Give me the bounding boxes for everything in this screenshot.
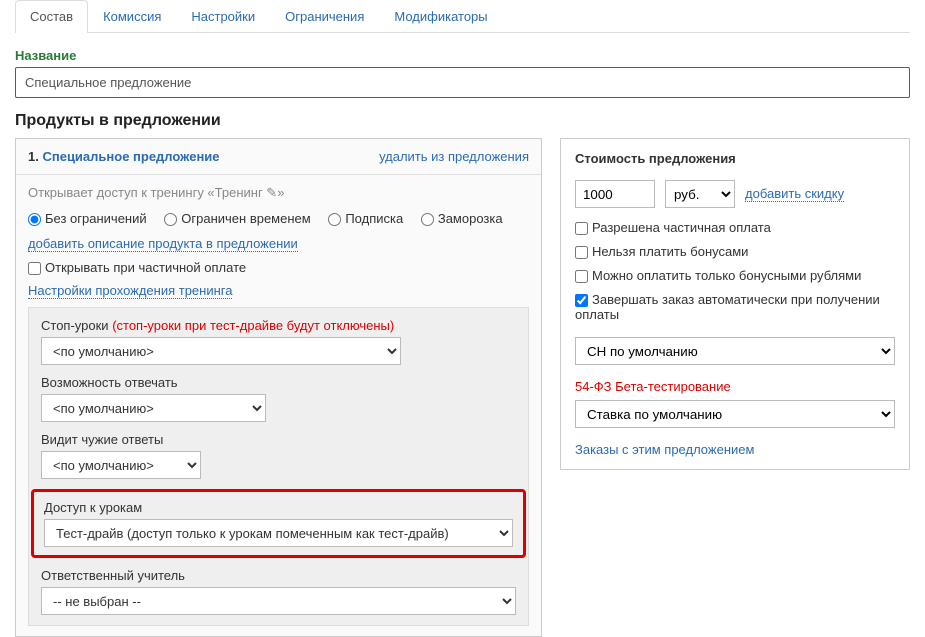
product-card: 1. Специальное предложение удалить из пр…: [15, 138, 542, 637]
can-answer-select[interactable]: <по умолчанию>: [41, 394, 266, 422]
name-input[interactable]: [15, 67, 910, 98]
product-title-link[interactable]: Специальное предложение: [42, 149, 219, 164]
remove-from-offer-link[interactable]: удалить из предложения: [379, 149, 529, 164]
training-settings-panel: Стоп-уроки (стоп-уроки при тест-драйве б…: [28, 307, 529, 626]
tab-sostav[interactable]: Состав: [15, 0, 88, 33]
currency-select[interactable]: руб.: [665, 180, 735, 208]
pricing-title: Стоимость предложения: [575, 151, 895, 166]
price-input[interactable]: [575, 180, 655, 208]
tab-nastroiki[interactable]: Настройки: [176, 0, 270, 32]
teacher-select[interactable]: -- не выбран --: [41, 587, 516, 615]
orders-link[interactable]: Заказы с этим предложением: [575, 442, 754, 457]
rate-select[interactable]: Ставка по умолчанию: [575, 400, 895, 428]
stop-lessons-label: Стоп-уроки: [41, 318, 109, 333]
radio-unlimited[interactable]: Без ограничений: [28, 211, 147, 226]
access-description: Открывает доступ к тренингу «Тренинг ✎»: [28, 185, 529, 201]
tabs: Состав Комиссия Настройки Ограничения Мо…: [15, 0, 910, 33]
teacher-label: Ответственный учитель: [41, 568, 516, 583]
auto-complete-checkbox[interactable]: Завершать заказ автоматически при получе…: [575, 292, 880, 322]
add-description-link[interactable]: добавить описание продукта в предложении: [28, 236, 298, 252]
name-label: Название: [15, 48, 910, 63]
access-lessons-highlight: Доступ к урокам Тест-драйв (доступ тольк…: [31, 489, 526, 558]
access-lessons-select[interactable]: Тест-драйв (доступ только к урокам помеч…: [44, 519, 513, 547]
stop-lessons-select[interactable]: <по умолчанию>: [41, 337, 401, 365]
pricing-card: Стоимость предложения руб. добавить скид…: [560, 138, 910, 470]
training-settings-link[interactable]: Настройки прохождения тренинга: [28, 283, 232, 299]
partial-pay-checkbox[interactable]: Открывать при частичной оплате: [28, 260, 246, 275]
tab-ogranicheniya[interactable]: Ограничения: [270, 0, 379, 32]
stop-lessons-note: (стоп-уроки при тест-драйве будут отключ…: [112, 318, 394, 333]
radio-time-limited[interactable]: Ограничен временем: [164, 211, 310, 226]
tab-modifikatory[interactable]: Модификаторы: [379, 0, 502, 32]
partial-allowed-checkbox[interactable]: Разрешена частичная оплата: [575, 220, 771, 235]
only-bonuses-checkbox[interactable]: Можно оплатить только бонусными рублями: [575, 268, 861, 283]
restriction-radios: Без ограничений Ограничен временем Подпи…: [28, 211, 529, 226]
add-discount-link[interactable]: добавить скидку: [745, 186, 844, 202]
can-answer-label: Возможность отвечать: [41, 375, 516, 390]
radio-subscription[interactable]: Подписка: [328, 211, 403, 226]
products-title: Продукты в предложении: [15, 112, 542, 130]
access-lessons-label: Доступ к урокам: [44, 500, 513, 515]
see-others-label: Видит чужие ответы: [41, 432, 516, 447]
tab-komissiya[interactable]: Комиссия: [88, 0, 176, 32]
no-bonuses-checkbox[interactable]: Нельзя платить бонусами: [575, 244, 748, 259]
ch-default-select[interactable]: СН по умолчанию: [575, 337, 895, 365]
beta-text: 54-ФЗ Бета-тестирование: [575, 379, 895, 394]
product-number: 1.: [28, 149, 39, 164]
see-others-select[interactable]: <по умолчанию>: [41, 451, 201, 479]
radio-freeze[interactable]: Заморозка: [421, 211, 503, 226]
